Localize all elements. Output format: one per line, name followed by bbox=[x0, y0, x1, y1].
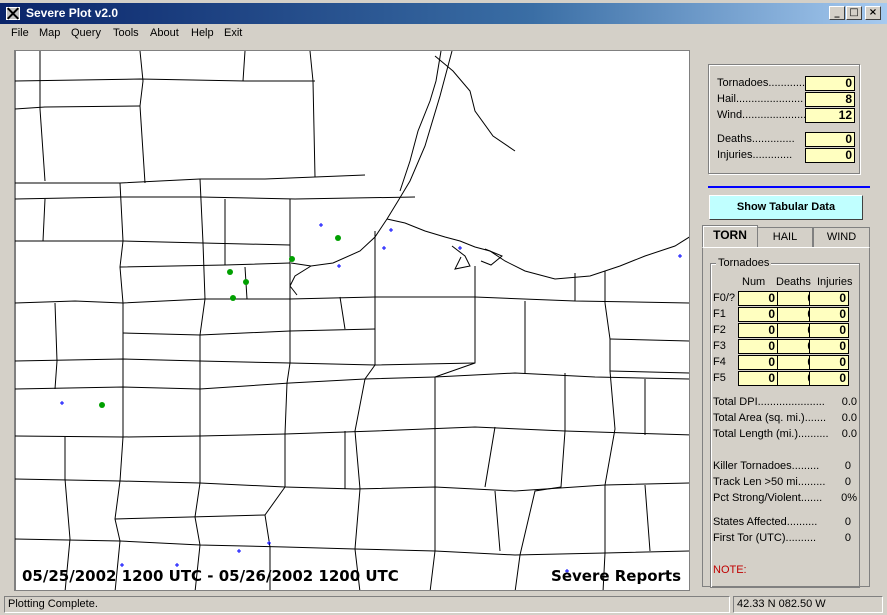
status-coordinates: 42.33 N 082.50 W bbox=[733, 596, 883, 613]
close-button[interactable]: × bbox=[865, 6, 881, 20]
f4-injuries: 0 bbox=[809, 355, 849, 370]
row-label-f1: F1 bbox=[713, 308, 726, 320]
stat-label-states-affected: States Affected.......... bbox=[713, 516, 818, 528]
hail-count: 8 bbox=[805, 92, 855, 107]
tab-hail[interactable]: HAIL bbox=[757, 227, 813, 248]
note-label: NOTE: bbox=[713, 564, 747, 576]
f0-num: 0 bbox=[738, 291, 778, 306]
tornadoes-group: Tornadoes Num Deaths Injuries F0/? 0 0 0… bbox=[710, 257, 860, 588]
f2-num: 0 bbox=[738, 323, 778, 338]
f3-injuries: 0 bbox=[809, 339, 849, 354]
stat-states-affected: 0 bbox=[844, 516, 851, 528]
menu-file[interactable]: File bbox=[11, 27, 29, 39]
stat-label-killer-tornadoes: Killer Tornadoes......... bbox=[713, 460, 820, 472]
summary-panel: Tornadoes.............. 0 Hail..........… bbox=[700, 56, 872, 588]
hail-label: Hail...................... bbox=[717, 93, 804, 105]
tornadoes-group-title: Tornadoes bbox=[716, 257, 772, 269]
stat-total-length: 0.0 bbox=[841, 428, 857, 440]
window-title: Severe Plot v2.0 bbox=[26, 6, 119, 20]
title-bar: Severe Plot v2.0 _ □ × bbox=[0, 3, 887, 24]
row-label-f5: F5 bbox=[713, 372, 726, 384]
summary-box: Tornadoes.............. 0 Hail..........… bbox=[708, 64, 860, 174]
f3-num: 0 bbox=[738, 339, 778, 354]
maximize-button[interactable]: □ bbox=[846, 6, 862, 20]
status-bar: Plotting Complete. 42.33 N 082.50 W bbox=[0, 594, 887, 615]
injuries-count: 0 bbox=[805, 148, 855, 163]
wind-markers bbox=[60, 223, 682, 573]
tornadoes-count: 0 bbox=[805, 76, 855, 91]
f4-num: 0 bbox=[738, 355, 778, 370]
status-message: Plotting Complete. bbox=[4, 596, 730, 613]
tab-torn[interactable]: TORN bbox=[702, 225, 758, 248]
tab-wind[interactable]: WIND bbox=[813, 227, 870, 248]
f2-injuries: 0 bbox=[809, 323, 849, 338]
stat-label-first-tor: First Tor (UTC).......... bbox=[713, 532, 817, 544]
map-canvas[interactable]: 05/25/2002 1200 UTC - 05/26/2002 1200 UT… bbox=[14, 50, 690, 591]
stat-pct-strong: 0% bbox=[841, 492, 857, 504]
deaths-label: Deaths.............. bbox=[717, 133, 795, 145]
tornadoes-label: Tornadoes.............. bbox=[717, 77, 812, 89]
stat-first-tor: 0 bbox=[844, 532, 851, 544]
divider-line bbox=[708, 186, 870, 188]
menu-bar: File Map Query Tools About Help Exit bbox=[0, 24, 887, 43]
menu-map[interactable]: Map bbox=[39, 27, 60, 39]
col-num: Num bbox=[742, 276, 766, 288]
shoreline bbox=[290, 51, 453, 267]
stat-killer-tornadoes: 0 bbox=[844, 460, 851, 472]
stat-label-track-len: Track Len >50 mi......... bbox=[713, 476, 826, 488]
col-deaths: Deaths bbox=[776, 276, 811, 288]
f1-num: 0 bbox=[738, 307, 778, 322]
menu-tools[interactable]: Tools bbox=[113, 27, 139, 39]
shoreline-south bbox=[289, 218, 689, 296]
map-title-label: Severe Reports bbox=[551, 567, 681, 585]
county-map bbox=[15, 51, 689, 590]
menu-exit[interactable]: Exit bbox=[224, 27, 242, 39]
minimize-button[interactable]: _ bbox=[829, 6, 845, 20]
row-label-f4: F4 bbox=[713, 356, 726, 368]
wind-count: 12 bbox=[805, 108, 855, 123]
stat-label-total-dpi: Total DPI...................... bbox=[713, 396, 825, 408]
f5-injuries: 0 bbox=[809, 371, 849, 386]
f0-injuries: 0 bbox=[809, 291, 849, 306]
stat-total-area: 0.0 bbox=[841, 412, 857, 424]
torn-tab-panel: Tornadoes Num Deaths Injuries F0/? 0 0 0… bbox=[702, 247, 870, 588]
row-label-f3: F3 bbox=[713, 340, 726, 352]
stat-total-dpi: 0.0 bbox=[841, 396, 857, 408]
stat-label-total-length: Total Length (mi.).......... bbox=[713, 428, 829, 440]
injuries-label: Injuries............. bbox=[717, 149, 793, 161]
stat-track-len: 0 bbox=[844, 476, 851, 488]
f5-num: 0 bbox=[738, 371, 778, 386]
row-label-f2: F2 bbox=[713, 324, 726, 336]
map-date-range: 05/25/2002 1200 UTC - 05/26/2002 1200 UT… bbox=[22, 567, 399, 585]
river-mouth bbox=[451, 245, 471, 270]
col-injuries: Injuries bbox=[817, 276, 853, 288]
deaths-count: 0 bbox=[805, 132, 855, 147]
wind-label: Wind...................... bbox=[717, 109, 810, 121]
menu-help[interactable]: Help bbox=[191, 27, 214, 39]
menu-query[interactable]: Query bbox=[71, 27, 101, 39]
stat-label-total-area: Total Area (sq. mi.)....... bbox=[713, 412, 827, 424]
menu-about[interactable]: About bbox=[150, 27, 179, 39]
stat-label-pct-strong: Pct Strong/Violent....... bbox=[713, 492, 823, 504]
f1-injuries: 0 bbox=[809, 307, 849, 322]
show-tabular-data-button[interactable]: Show Tabular Data bbox=[709, 195, 863, 220]
app-icon[interactable] bbox=[6, 7, 20, 20]
row-label-f0: F0/? bbox=[713, 292, 736, 304]
